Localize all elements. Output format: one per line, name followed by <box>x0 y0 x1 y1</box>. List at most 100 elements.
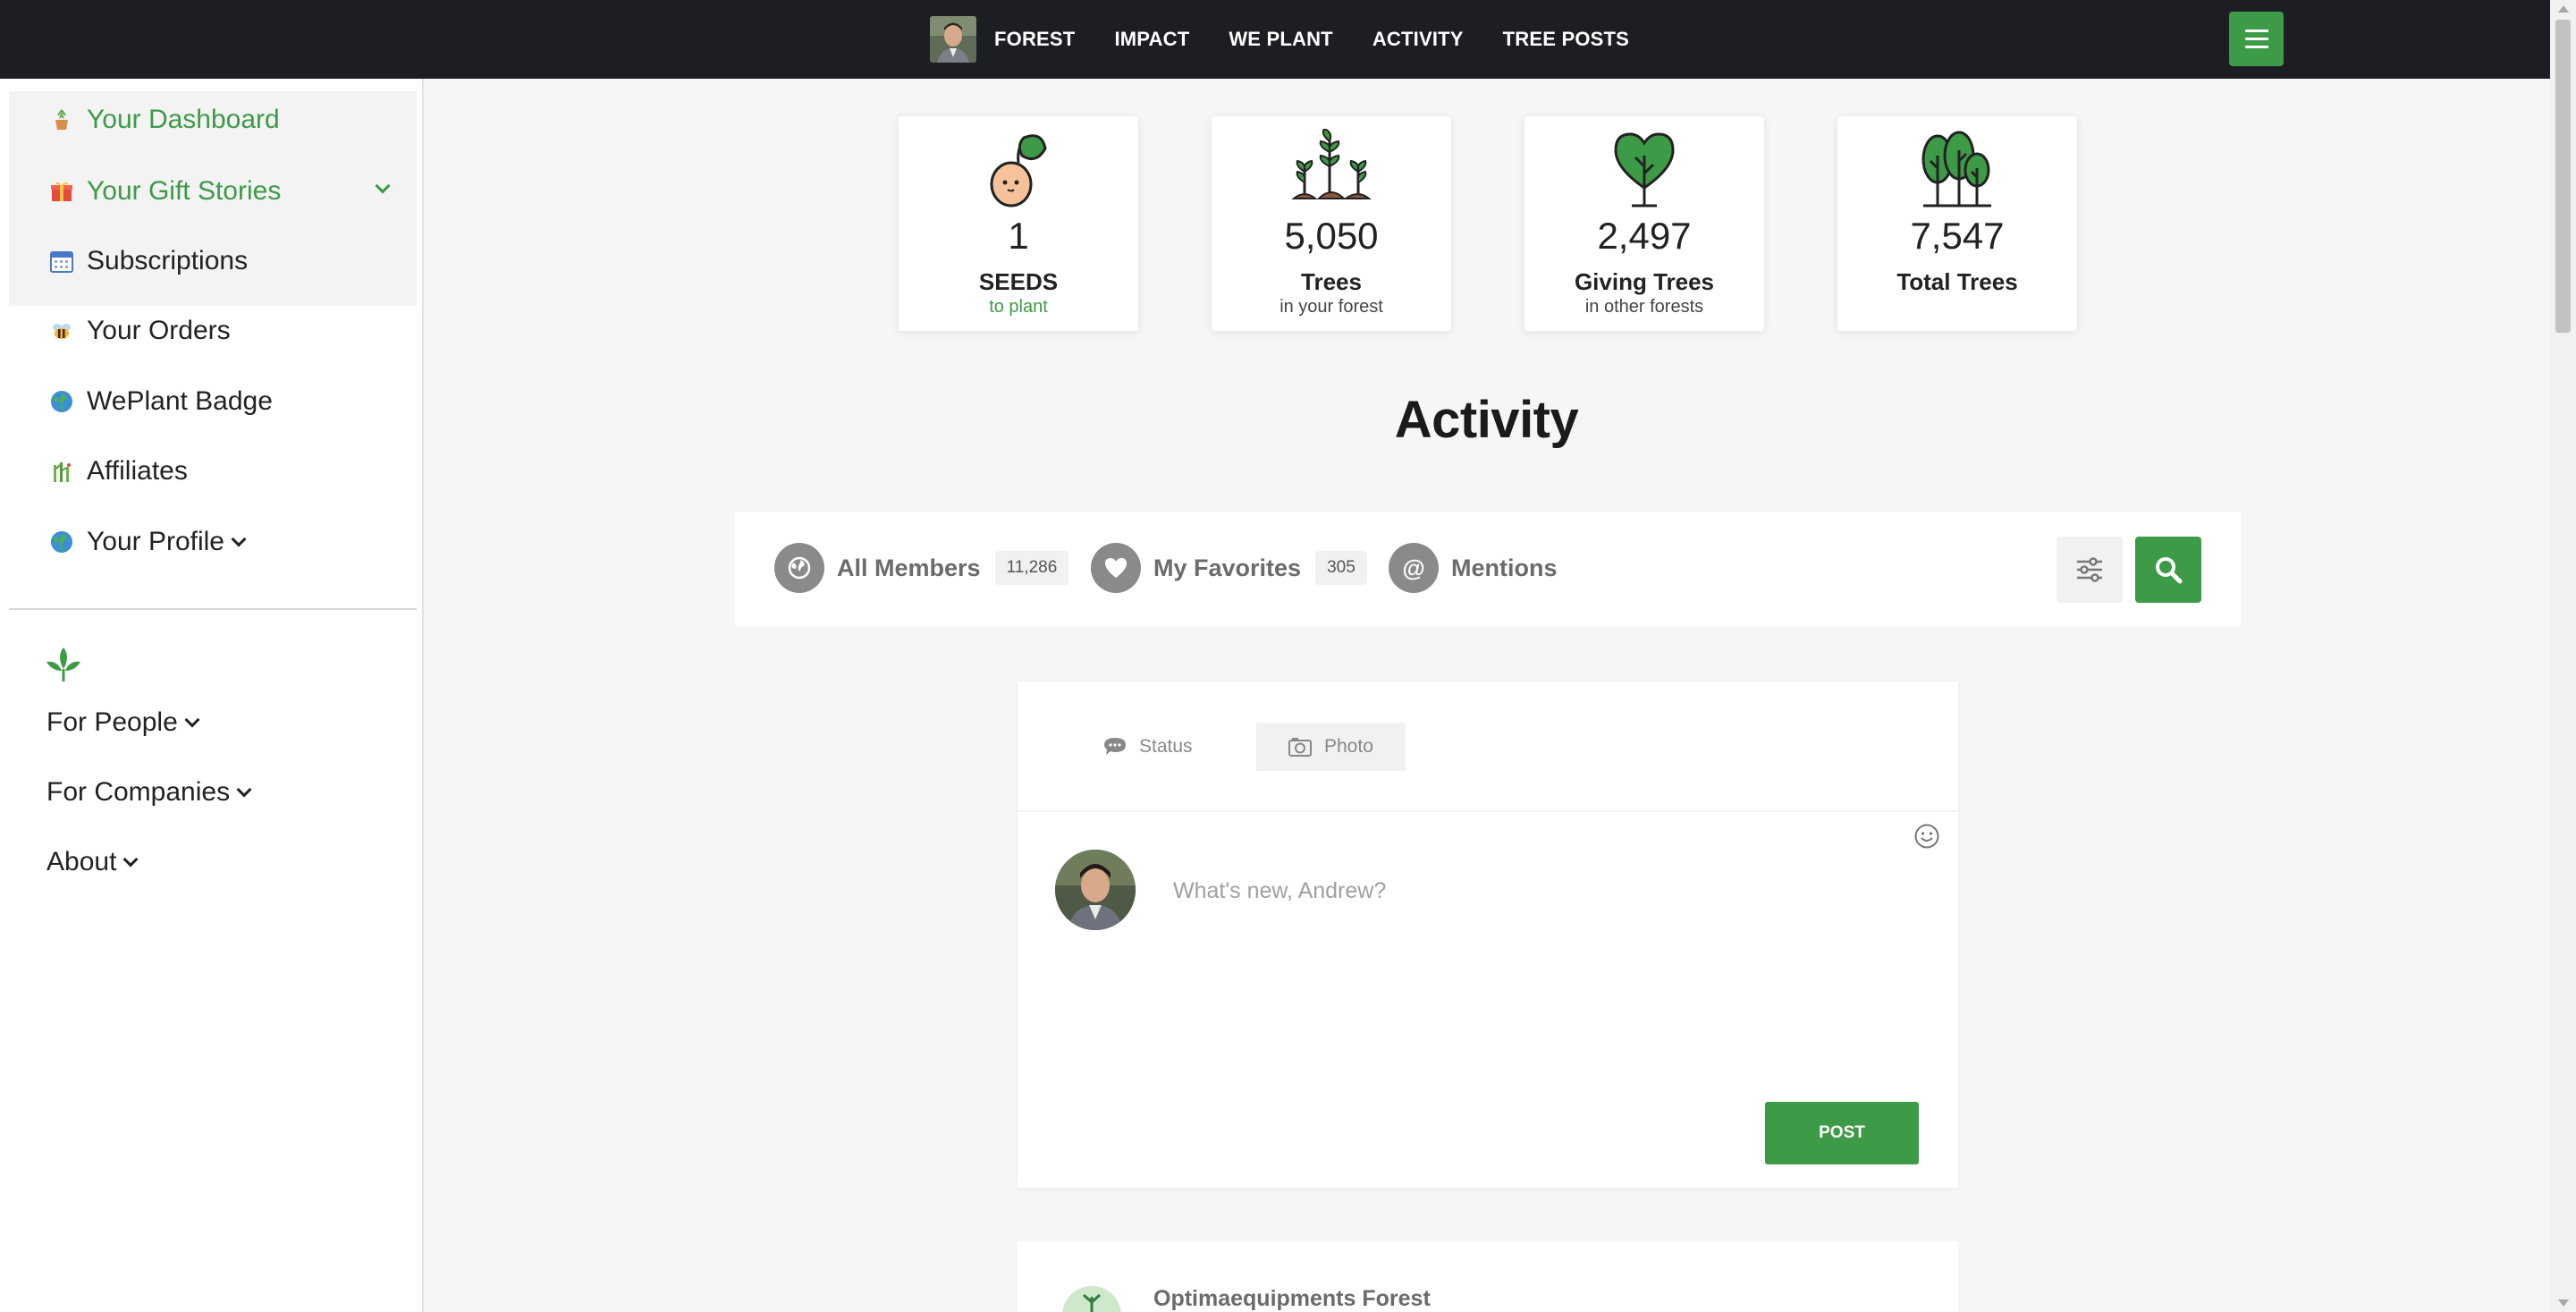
sidebar-item-label: Affiliates <box>87 456 188 486</box>
bee-icon <box>49 318 74 343</box>
search-icon <box>2156 557 2183 584</box>
chevron-down-icon <box>122 851 139 868</box>
sidebar-item-gift-stories[interactable]: Your Gift Stories <box>49 170 398 213</box>
stat-label: Total Trees <box>1896 268 2018 295</box>
stat-value: 1 <box>1008 215 1029 257</box>
stat-label: Trees <box>1301 268 1362 295</box>
stat-card-giving-trees[interactable]: 2,497 Giving Trees in other forests <box>1524 116 1764 331</box>
sidebar-item-label: Your Dashboard <box>87 105 280 134</box>
tab-label: All Members <box>837 554 981 581</box>
avatar[interactable] <box>1062 1286 1121 1312</box>
menu-icon-bar <box>2244 46 2268 48</box>
avatar <box>1055 850 1136 930</box>
count-badge: 11,286 <box>994 551 1069 585</box>
heart-tree-icon <box>1614 132 1675 207</box>
top-nav-links: FOREST IMPACT WE PLANT ACTIVITY TREE POS… <box>930 0 1668 79</box>
sidebar-link-for-people[interactable]: For People <box>46 703 200 742</box>
count-badge: 305 <box>1315 551 1367 585</box>
emoji-icon[interactable] <box>1913 823 1940 850</box>
search-button[interactable] <box>2135 537 2201 603</box>
sidebar-item-label: Your Orders <box>87 316 231 345</box>
globe-icon <box>49 529 74 554</box>
sidebar-link-label: For Companies <box>46 777 231 807</box>
page-scrollbar[interactable] <box>2550 0 2576 1312</box>
scroll-down-arrow-icon[interactable] <box>2558 1299 2569 1307</box>
tab-status[interactable]: Status <box>1103 723 1193 771</box>
scrollbar-thumb[interactable] <box>2555 20 2571 333</box>
tab-label: Mentions <box>1451 554 1558 581</box>
nav-forest[interactable]: FOREST <box>994 28 1075 51</box>
stat-sublabel: to plant <box>989 297 1048 317</box>
at-sign-icon: @ <box>1389 543 1439 593</box>
stat-value: 2,497 <box>1597 215 1692 257</box>
stat-sublabel: in other forests <box>1584 297 1704 317</box>
nav-impact[interactable]: IMPACT <box>1114 28 1189 51</box>
globe-icon <box>49 389 74 414</box>
activity-feed-item: Optimaequipments Forest <box>1018 1241 1958 1312</box>
sidebar-item-label: WePlant Badge <box>87 386 273 416</box>
sidebar-item-label: Your Gift Stories <box>87 176 282 206</box>
sidebar-link-for-companies[interactable]: For Companies <box>46 773 252 812</box>
tab-photo[interactable]: Photo <box>1256 723 1406 771</box>
sidebar-item-label: Subscriptions <box>87 246 249 275</box>
sidebar-divider <box>9 608 417 610</box>
stat-card-total-trees[interactable]: 7,547 Total Trees <box>1837 116 2077 331</box>
nav-tree-posts[interactable]: TREE POSTS <box>1503 28 1629 51</box>
tab-label: My Favorites <box>1153 554 1302 581</box>
tab-all-members[interactable]: All Members 11,286 <box>774 542 1069 594</box>
stat-card-trees[interactable]: 5,050 Trees in your forest <box>1212 116 1451 331</box>
sidebar-link-label: About <box>46 847 117 876</box>
seed-icon <box>990 134 1047 207</box>
camera-icon <box>1288 738 1312 757</box>
sidebar-item-label: Your Profile <box>87 527 224 556</box>
feed-author-name[interactable]: Optimaequipments Forest <box>1153 1286 1431 1312</box>
weplant-leaf-logo-icon <box>46 648 80 681</box>
scroll-up-arrow-icon[interactable] <box>2558 5 2569 13</box>
speech-bubble-icon <box>1104 738 1126 755</box>
sidebar-item-affiliates[interactable]: Affiliates <box>49 450 188 493</box>
sidebar-link-about[interactable]: About <box>46 842 139 882</box>
sprouts-icon <box>1291 129 1372 199</box>
chevron-down-icon <box>231 531 247 547</box>
post-composer: Status Photo POST <box>1018 681 1958 1188</box>
stat-label: SEEDS <box>978 268 1059 295</box>
menu-icon-bar <box>2244 38 2268 40</box>
tab-my-favorites[interactable]: My Favorites 305 <box>1091 542 1367 594</box>
stat-sublabel: in your forest <box>1280 297 1383 317</box>
bamboo-icon <box>49 459 74 484</box>
forest-icon <box>1921 131 1991 207</box>
sidebar-item-weplant-badge[interactable]: WePlant Badge <box>49 380 273 423</box>
sidebar-item-dashboard[interactable]: Your Dashboard <box>49 98 280 141</box>
sidebar-link-label: For People <box>46 707 178 737</box>
sidebar-item-subscriptions[interactable]: Subscriptions <box>49 240 248 283</box>
chevron-down-icon <box>236 782 252 798</box>
sidebar: Your Dashboard Your Gift Stories Subscri… <box>0 79 424 1312</box>
post-button[interactable]: POST <box>1765 1102 1919 1164</box>
user-avatar-small[interactable] <box>930 16 976 63</box>
tab-label: Status <box>1139 736 1193 757</box>
potted-plant-icon <box>49 107 74 132</box>
heart-icon <box>1091 543 1141 593</box>
nav-activity[interactable]: ACTIVITY <box>1372 28 1464 51</box>
sidebar-item-orders[interactable]: Your Orders <box>49 309 231 352</box>
stat-card-seeds[interactable]: 1 SEEDS to plant <box>899 116 1138 331</box>
menu-icon <box>2244 30 2268 32</box>
page-title: Activity <box>1394 391 1579 449</box>
sidebar-item-profile[interactable]: Your Profile <box>49 521 247 563</box>
stat-label: Giving Trees <box>1574 268 1715 295</box>
calendar-icon <box>49 249 74 274</box>
filter-options-button[interactable] <box>2057 537 2123 603</box>
whats-new-input[interactable] <box>1173 878 1888 904</box>
nav-we-plant[interactable]: WE PLANT <box>1229 28 1332 51</box>
chevron-down-icon <box>184 712 200 728</box>
stat-value: 5,050 <box>1284 215 1379 257</box>
composer-divider <box>1018 810 1958 812</box>
sliders-icon <box>2077 557 2102 582</box>
activity-filter-bar: All Members 11,286 My Favorites 305 @ Me… <box>735 512 2241 626</box>
stat-value: 7,547 <box>1910 215 2005 257</box>
tab-mentions[interactable]: @ Mentions <box>1389 542 1558 594</box>
members-globe-icon <box>774 543 824 593</box>
tab-label: Photo <box>1324 736 1373 757</box>
top-navbar: FOREST IMPACT WE PLANT ACTIVITY TREE POS… <box>0 0 2550 79</box>
hamburger-menu-button[interactable] <box>2229 12 2284 66</box>
